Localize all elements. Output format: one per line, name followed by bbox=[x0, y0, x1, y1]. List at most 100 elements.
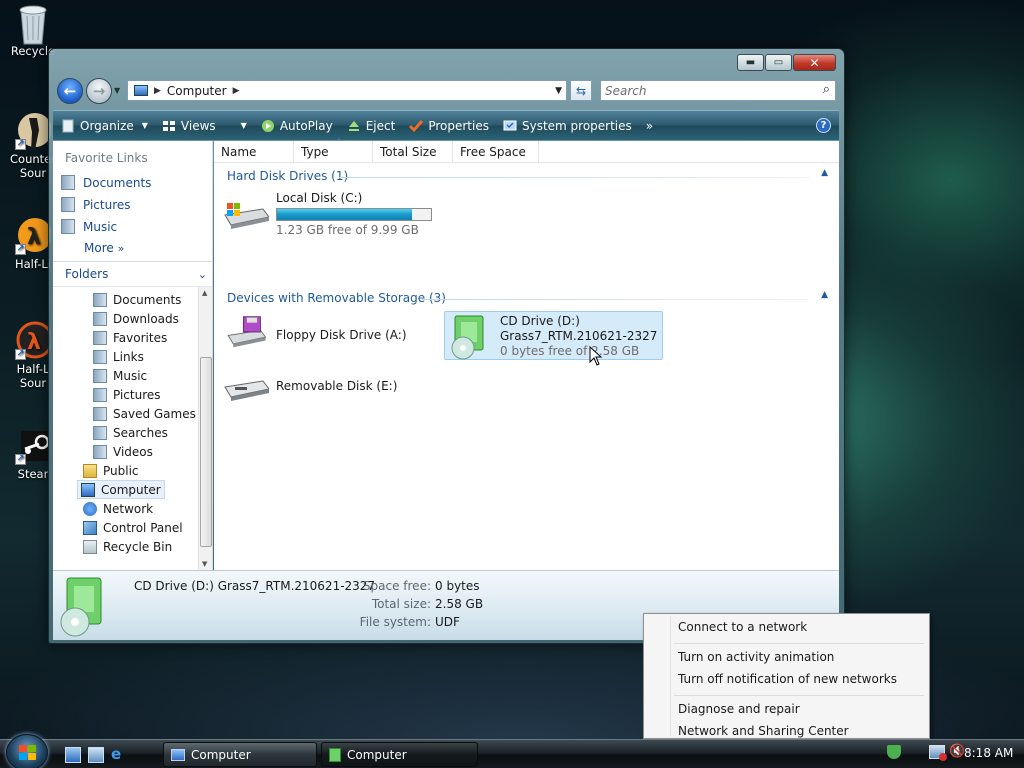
refresh-button[interactable]: ⇆ bbox=[570, 80, 592, 101]
properties-button[interactable]: Properties bbox=[409, 119, 489, 133]
security-shield-icon[interactable] bbox=[887, 744, 901, 759]
address-dropdown-icon[interactable]: ▼ bbox=[555, 86, 562, 96]
maximize-button[interactable]: ▭ bbox=[765, 54, 792, 71]
tree-item-music[interactable]: Music bbox=[90, 366, 150, 385]
search-box[interactable]: ⌕ bbox=[600, 80, 836, 101]
tree-item-links[interactable]: Links bbox=[90, 347, 147, 366]
views-button[interactable]: Views ▼ bbox=[162, 119, 247, 133]
minimize-icon: ▬ bbox=[745, 57, 756, 68]
space-free-label: Space free: bbox=[362, 579, 431, 593]
tree-item-downloads[interactable]: Downloads bbox=[90, 309, 182, 328]
organize-button[interactable]: Organize ▼ bbox=[61, 119, 148, 133]
drive-name: Floppy Disk Drive (A:) bbox=[276, 328, 407, 342]
drive-volume-label: Grass7_RTM.210621-2327 bbox=[500, 329, 658, 343]
system-properties-label: System properties bbox=[521, 118, 632, 133]
breadcrumb-computer[interactable]: Computer bbox=[167, 84, 227, 98]
column-header-total-size[interactable]: Total Size bbox=[373, 141, 453, 163]
tree-item-documents[interactable]: Documents bbox=[90, 290, 184, 309]
network-status-icon[interactable] bbox=[929, 744, 947, 761]
tree-item-label: Pictures bbox=[113, 387, 161, 402]
chevron-down-icon: ▼ bbox=[141, 121, 148, 130]
group-divider bbox=[422, 299, 809, 300]
address-bar[interactable]: ▶ Computer ▶ ▼ bbox=[127, 80, 567, 101]
tree-item-videos[interactable]: Videos bbox=[90, 442, 156, 461]
menu-item-network-sharing-center[interactable]: Network and Sharing Center bbox=[678, 724, 849, 738]
explorer-window[interactable]: ▬ ▭ ✕ ← → ▼ ▶ Computer ▶ ▼ ⇆ ⌕ Organize ▼… bbox=[48, 48, 845, 644]
toolbar-overflow-button[interactable]: » bbox=[646, 119, 653, 133]
column-header-free-space[interactable]: Free Space bbox=[453, 141, 539, 163]
taskbar-button-computer-1[interactable]: Computer bbox=[163, 742, 317, 767]
menu-item-connect-to-network[interactable]: Connect to a network bbox=[678, 620, 807, 634]
recent-pages-dropdown[interactable]: ▼ bbox=[114, 86, 120, 95]
show-desktop-icon[interactable] bbox=[65, 747, 81, 763]
favorite-link-music[interactable]: Music bbox=[61, 219, 117, 234]
favorite-link-documents[interactable]: Documents bbox=[61, 175, 151, 190]
scroll-up-arrow-icon[interactable]: ▲ bbox=[202, 289, 207, 297]
autoplay-button[interactable]: AutoPlay bbox=[261, 119, 333, 133]
group-hard-disk-drives[interactable]: Hard Disk Drives (1) ▲ bbox=[227, 168, 828, 183]
column-header-type[interactable]: Type bbox=[294, 141, 373, 163]
taskbar-button-label: Computer bbox=[347, 747, 407, 762]
drive-c[interactable]: Local Disk (C:) 1.23 GB free of 9.99 GB bbox=[223, 191, 453, 237]
back-button[interactable]: ← bbox=[57, 78, 83, 104]
organize-icon bbox=[62, 119, 74, 132]
favorite-link-pictures[interactable]: Pictures bbox=[61, 197, 131, 212]
help-icon[interactable]: ? bbox=[816, 118, 831, 133]
tree-item-computer[interactable]: Computer bbox=[77, 480, 165, 499]
properties-checkmark-icon bbox=[409, 119, 424, 132]
menu-item-activity-animation[interactable]: Turn on activity animation bbox=[678, 650, 834, 664]
tree-item-recycle-bin[interactable]: Recycle Bin bbox=[80, 537, 175, 556]
column-header-name[interactable]: Name bbox=[214, 141, 294, 163]
breadcrumb-separator-icon[interactable]: ▶ bbox=[233, 86, 240, 96]
favorite-links-more[interactable]: More » bbox=[84, 241, 124, 255]
search-input[interactable] bbox=[601, 81, 801, 100]
menu-item-diagnose-and-repair[interactable]: Diagnose and repair bbox=[678, 702, 800, 716]
drive-e[interactable]: Removable Disk (E:) bbox=[223, 373, 423, 409]
internet-explorer-icon[interactable]: e bbox=[111, 747, 127, 763]
drive-d-selected[interactable]: CD Drive (D:) Grass7_RTM.210621-2327 0 b… bbox=[444, 311, 663, 360]
switch-windows-icon[interactable] bbox=[88, 747, 104, 763]
taskbar-clock[interactable]: 8:18 AM bbox=[964, 746, 1013, 760]
hard-drive-icon bbox=[224, 203, 269, 229]
menu-item-notification-toggle[interactable]: Turn off notification of new networks bbox=[678, 672, 897, 686]
tree-item-control-panel[interactable]: Control Panel bbox=[80, 518, 186, 537]
drive-d-text: CD Drive (D:) Grass7_RTM.210621-2327 0 b… bbox=[500, 314, 657, 359]
breadcrumb-separator-icon[interactable]: ▶ bbox=[154, 86, 161, 96]
minimize-button[interactable]: ▬ bbox=[737, 54, 764, 71]
notification-area: 🔇 bbox=[887, 744, 965, 761]
more-label: More bbox=[84, 241, 114, 255]
drive-name: Local Disk (C:) bbox=[276, 191, 363, 205]
tree-item-label: Searches bbox=[113, 425, 168, 440]
scroll-down-arrow-icon[interactable]: ▼ bbox=[202, 560, 207, 568]
volume-muted-icon[interactable]: 🔇 bbox=[949, 744, 965, 759]
network-context-menu: Connect to a network Turn on activity an… bbox=[643, 613, 930, 739]
svg-text:λ: λ bbox=[27, 330, 41, 355]
close-icon: ✕ bbox=[809, 55, 820, 70]
folder-tree-scrollbar[interactable]: ▲ ▼ bbox=[198, 287, 212, 570]
tree-item-network[interactable]: Network bbox=[80, 499, 156, 518]
tree-item-saved-games[interactable]: Saved Games bbox=[90, 404, 199, 423]
double-chevron-icon: » bbox=[117, 242, 125, 255]
eject-button[interactable]: Eject bbox=[347, 119, 395, 133]
search-icon[interactable]: ⌕ bbox=[823, 82, 830, 97]
steam-icon: ↗ bbox=[15, 425, 51, 465]
close-button[interactable]: ✕ bbox=[793, 54, 836, 71]
group-removable-storage[interactable]: Devices with Removable Storage (3) ▲ bbox=[227, 290, 828, 305]
forward-button[interactable]: → bbox=[86, 78, 112, 104]
taskbar-button-computer-2[interactable]: Computer bbox=[321, 742, 478, 767]
file-list: Name Type Total Size Free Space ^ Hard D… bbox=[214, 138, 839, 570]
favorite-links-heading: Favorite Links bbox=[65, 151, 148, 165]
tree-item-favorites[interactable]: Favorites bbox=[90, 328, 170, 347]
collapse-group-icon[interactable]: ▲ bbox=[821, 290, 828, 300]
tree-item-pictures[interactable]: Pictures bbox=[90, 385, 164, 404]
scrollbar-thumb[interactable] bbox=[200, 357, 212, 547]
system-properties-button[interactable]: System properties bbox=[503, 119, 632, 133]
tree-item-searches[interactable]: Searches bbox=[90, 423, 171, 442]
favorite-link-label: Documents bbox=[83, 175, 152, 190]
tree-item-public[interactable]: Public bbox=[80, 461, 142, 480]
folders-header[interactable]: Folders ⌄ bbox=[53, 261, 212, 287]
collapse-group-icon[interactable]: ▲ bbox=[821, 168, 828, 178]
drive-a[interactable]: Floppy Disk Drive (A:) bbox=[223, 315, 423, 357]
start-button[interactable] bbox=[6, 734, 48, 768]
folder-icon bbox=[93, 444, 107, 459]
